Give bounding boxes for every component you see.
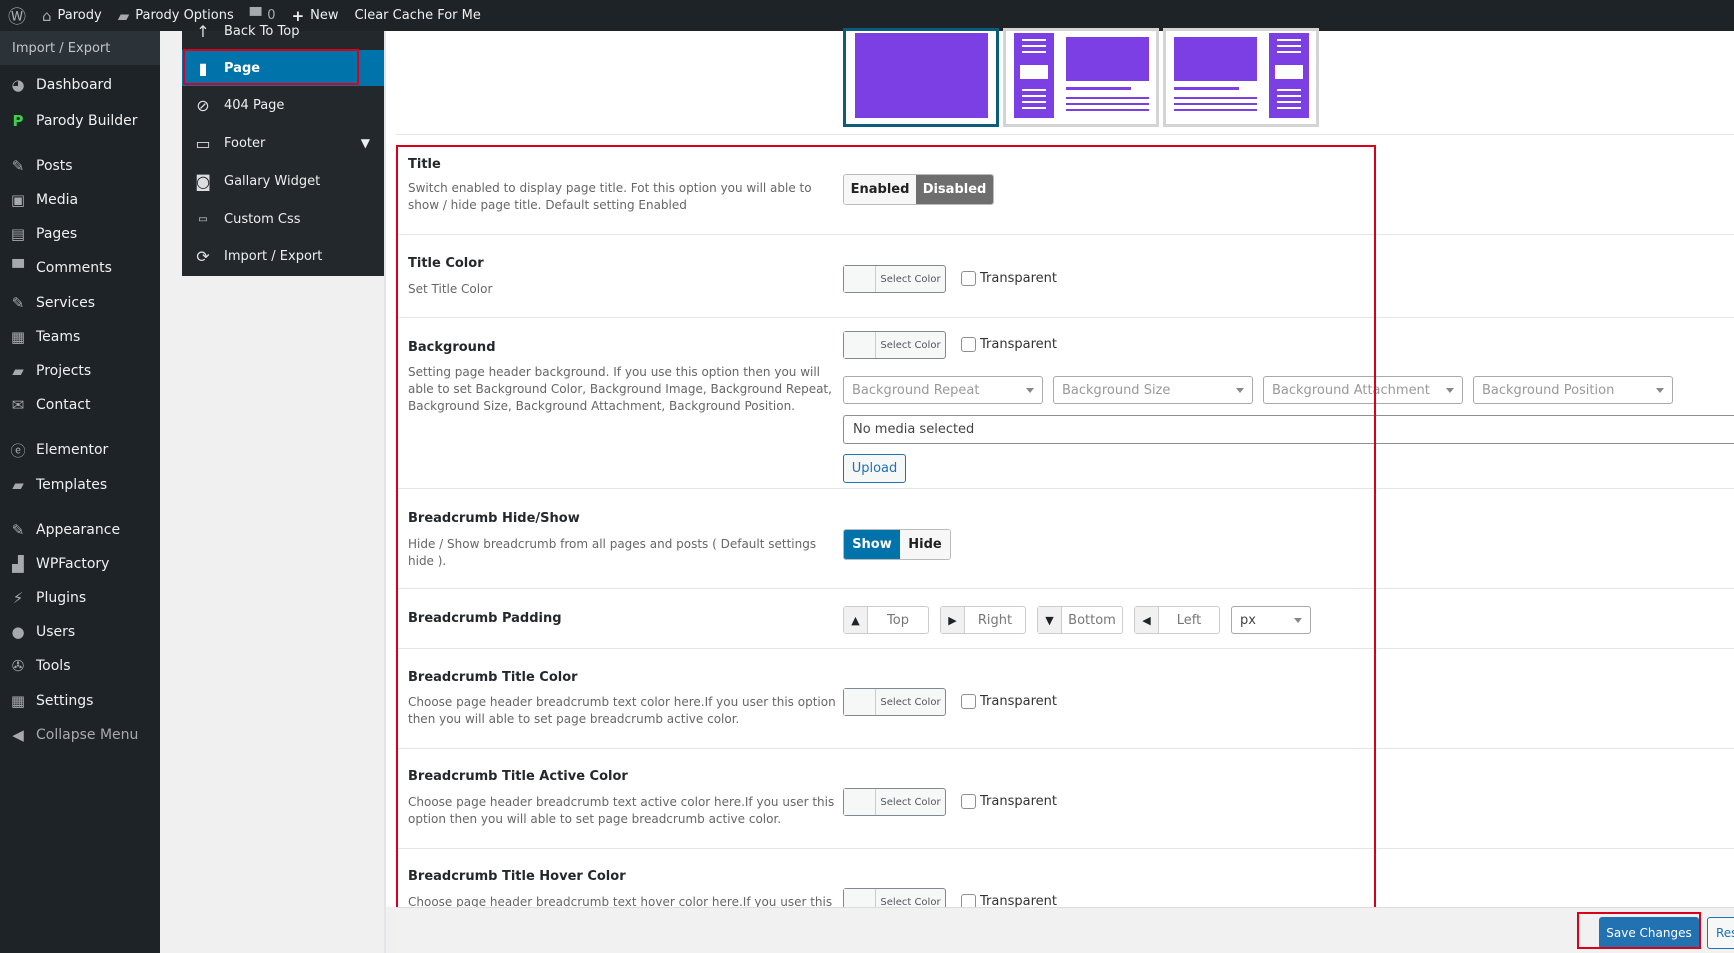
collapse-icon: ◀ — [12, 726, 24, 744]
menu-item-label: WPFactory — [36, 556, 110, 572]
layout-sidebar-preview — [1269, 33, 1309, 118]
nav-item-gallary-widget[interactable]: ◙ Gallary Widget — [182, 163, 384, 199]
menu-item-label: Contact — [36, 397, 91, 413]
menu-item-collapse[interactable]: ◀ Collapse Menu — [0, 720, 160, 750]
site-name: Parody — [57, 8, 102, 23]
services-icon: ✎ — [11, 294, 25, 312]
brush-icon: ✎ — [11, 521, 25, 539]
menu-item-label: Users — [36, 624, 76, 640]
nav-item-label: 404 Page — [224, 97, 285, 113]
menu-item-label: Services — [36, 295, 96, 311]
menu-item-label: Dashboard — [36, 77, 112, 93]
comment-icon: ▀ — [12, 259, 24, 277]
menu-item-label: Templates — [36, 477, 108, 493]
refresh-icon: ⟳ — [196, 246, 210, 266]
menu-item-plugins[interactable]: ⚡ Plugins — [0, 583, 160, 613]
folder-icon: ▰ — [12, 362, 24, 380]
site-name-link[interactable]: ⌂ Parody — [34, 0, 110, 31]
select-placeholder: Background Position — [1482, 382, 1615, 398]
nav-item-label: Custom Css — [224, 211, 301, 227]
plug-icon: ⚡ — [12, 589, 24, 607]
teams-icon: ▦ — [10, 328, 26, 346]
camera-icon: ◙ — [195, 171, 211, 191]
user-icon: ● — [11, 623, 25, 641]
nav-item-404-page[interactable]: ⊘ 404 Page — [182, 87, 384, 123]
pages-icon: ▤ — [10, 225, 26, 243]
menu-item-appearance[interactable]: ✎ Appearance — [0, 515, 160, 545]
menu-item-label: Elementor — [36, 442, 109, 458]
chevron-down-icon — [1656, 388, 1664, 393]
chevron-down-icon: ▼ — [360, 136, 370, 150]
menu-item-dashboard[interactable]: ◕ Dashboard — [0, 70, 160, 100]
nav-item-back-to-top[interactable]: ↑ Back To Top — [182, 17, 384, 45]
chevron-down-icon — [1446, 388, 1454, 393]
background-position-select[interactable]: Background Position — [1473, 376, 1673, 404]
elementor-icon: ⓔ — [10, 441, 26, 460]
wordpress-logo[interactable]: Ⓦ — [0, 0, 34, 31]
menu-item-label: Posts — [36, 158, 73, 174]
dashboard-icon: ◕ — [11, 76, 25, 94]
nav-item-import-export[interactable]: ⟳ Import / Export — [182, 238, 384, 274]
menu-item-label: Settings — [36, 693, 94, 709]
options-footer: Save Changes Reset — [396, 907, 1734, 953]
menu-item-elementor[interactable]: ⓔ Elementor — [0, 435, 160, 465]
menu-item-templates[interactable]: ▰ Templates — [0, 470, 160, 500]
divider — [396, 134, 1734, 135]
menu-item-teams[interactable]: ▦ Teams — [0, 322, 160, 352]
mail-icon: ✉ — [11, 396, 25, 414]
menu-item-label: Tools — [36, 658, 71, 674]
home-icon: ⌂ — [42, 6, 52, 25]
highlight-fields — [396, 145, 1376, 910]
reset-button[interactable]: Reset — [1707, 917, 1734, 949]
css-icon: ▭ — [198, 213, 208, 225]
parody-builder-icon: P — [12, 112, 24, 130]
menu-item-parody-builder[interactable]: P Parody Builder — [0, 106, 160, 136]
layout-option-right-sidebar[interactable] — [1163, 28, 1319, 127]
nav-item-label: Gallary Widget — [224, 173, 321, 189]
menu-item-settings[interactable]: ▦ Settings — [0, 686, 160, 716]
pin-icon: ✎ — [11, 157, 25, 175]
menu-item-posts[interactable]: ✎ Posts — [0, 151, 160, 181]
nav-item-label: Footer — [224, 135, 266, 151]
menu-item-label: Pages — [36, 226, 78, 242]
menu-item-label: Plugins — [36, 590, 87, 606]
layout-sidebar-preview — [1014, 33, 1054, 118]
nav-item-label: Import / Export — [224, 248, 323, 264]
nav-item-custom-css[interactable]: ▭ Custom Css — [182, 201, 384, 237]
wordpress-icon: Ⓦ — [8, 6, 26, 28]
layout-option-fullwidth[interactable] — [843, 28, 999, 127]
menu-item-projects[interactable]: ▰ Projects — [0, 356, 160, 386]
folder-icon: ▰ — [12, 476, 24, 494]
folder-icon: ▰ — [117, 6, 130, 25]
settings-icon: ▦ — [10, 692, 26, 710]
menu-item-users[interactable]: ● Users — [0, 617, 160, 647]
highlight-page-nav — [183, 49, 359, 85]
highlight-save-button — [1577, 912, 1701, 949]
menu-item-label: Appearance — [36, 522, 121, 538]
media-icon: ▣ — [10, 191, 26, 209]
layout-fullwidth-preview — [855, 33, 988, 118]
menu-item-media[interactable]: ▣ Media — [0, 185, 160, 215]
menu-item-label: Parody Builder — [36, 113, 138, 129]
menu-item-contact[interactable]: ✉ Contact — [0, 390, 160, 420]
menu-item-label: Media — [36, 192, 79, 208]
layout-option-left-sidebar[interactable] — [1003, 28, 1159, 127]
admin-menu-header[interactable]: Import / Export — [0, 31, 160, 65]
nav-item-footer[interactable]: ▭ Footer ▼ — [182, 125, 384, 161]
menu-item-label: Projects — [36, 363, 92, 379]
chart-icon: ▟ — [12, 555, 24, 573]
forbidden-icon: ⊘ — [196, 95, 210, 115]
monitor-icon: ▭ — [195, 133, 211, 153]
menu-item-services[interactable]: ✎ Services — [0, 288, 160, 318]
menu-item-wpfactory[interactable]: ▟ WPFactory — [0, 549, 160, 579]
menu-item-tools[interactable]: ✇ Tools — [0, 651, 160, 681]
menu-item-label: Comments — [36, 260, 112, 276]
menu-item-label: Collapse Menu — [36, 727, 139, 743]
arrow-up-icon: ↑ — [196, 21, 210, 41]
wrench-icon: ✇ — [11, 657, 25, 675]
menu-item-pages[interactable]: ▤ Pages — [0, 219, 160, 249]
menu-item-label: Teams — [36, 329, 81, 345]
nav-item-label: Back To Top — [224, 23, 300, 39]
menu-item-comments[interactable]: ▀ Comments — [0, 253, 160, 283]
